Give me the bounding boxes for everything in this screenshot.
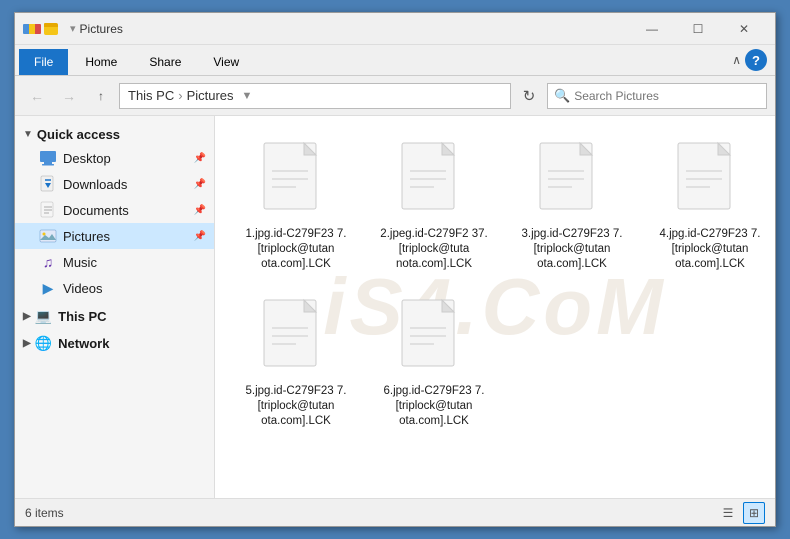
this-pc-header[interactable]: ▶ 💻 This PC [15, 305, 214, 328]
titlebar-controls: — ☐ ✕ [629, 13, 767, 45]
sidebar-item-videos-label: Videos [63, 281, 103, 296]
grid-view-button[interactable]: ⊞ [743, 502, 765, 524]
tab-file[interactable]: File [19, 49, 68, 75]
sidebar-item-videos[interactable]: ▶ Videos [15, 275, 214, 301]
file-item[interactable]: 2.jpeg.id-C279F2 37.[triplock@tuta nota.… [369, 132, 499, 281]
file-label: 4.jpg.id-C279F23 7.[triplock@tutan ota.c… [652, 227, 768, 272]
path-part-pictures[interactable]: Pictures [187, 88, 234, 103]
this-pc-label: This PC [58, 309, 106, 324]
sidebar-item-desktop[interactable]: Desktop 📌 [15, 145, 214, 171]
desktop-icon [39, 149, 57, 167]
list-view-button[interactable]: ☰ [717, 502, 739, 524]
ribbon: File Home Share View ∧ ? [15, 45, 775, 76]
sidebar-item-music-label: Music [63, 255, 97, 270]
this-pc-icon: 💻 [35, 308, 52, 325]
pin-icon-documents: 📌 [194, 205, 206, 216]
network-label: Network [58, 336, 109, 351]
pictures-icon [39, 227, 57, 245]
search-box[interactable]: 🔍 [547, 83, 767, 109]
file-icon [398, 141, 470, 221]
item-count-label: 6 items [25, 506, 64, 520]
titlebar-arrow: ▾ [70, 22, 76, 35]
main-area: ▼ Quick access Desktop 📌 Download [15, 116, 775, 498]
refresh-button[interactable]: ↻ [515, 83, 543, 109]
file-label: 2.jpeg.id-C279F2 37.[triplock@tuta nota.… [376, 227, 492, 272]
sidebar: ▼ Quick access Desktop 📌 Download [15, 116, 215, 498]
file-icon [398, 298, 470, 378]
sidebar-item-pictures-label: Pictures [63, 229, 110, 244]
file-label: 5.jpg.id-C279F23 7.[triplock@tutan ota.c… [238, 384, 354, 429]
sidebar-item-desktop-label: Desktop [63, 151, 111, 166]
sidebar-item-pictures[interactable]: Pictures 📌 [15, 223, 214, 249]
titlebar-title: Pictures [80, 22, 629, 36]
files-grid: 1.jpg.id-C279F23 7.[triplock@tutan ota.c… [231, 132, 759, 438]
file-explorer-window: ▾ Pictures — ☐ ✕ File Home Share View ∧ … [14, 12, 776, 527]
file-label: 6.jpg.id-C279F23 7.[triplock@tutan ota.c… [376, 384, 492, 429]
address-path[interactable]: This PC › Pictures ▼ [119, 83, 511, 109]
file-item[interactable]: 4.jpg.id-C279F23 7.[triplock@tutan ota.c… [645, 132, 775, 281]
sidebar-item-music[interactable]: ♫ Music [15, 249, 214, 275]
ribbon-collapse-btn[interactable]: ∧ [732, 53, 741, 67]
music-icon: ♫ [39, 253, 57, 271]
quick-access-section: ▼ Quick access Desktop 📌 Download [15, 124, 214, 301]
file-label: 1.jpg.id-C279F23 7.[triplock@tutan ota.c… [238, 227, 354, 272]
ribbon-extra: ∧ ? [732, 49, 775, 71]
quick-access-header[interactable]: ▼ Quick access [15, 124, 214, 145]
ribbon-tabs: File Home Share View [15, 45, 732, 75]
file-item[interactable]: 5.jpg.id-C279F23 7.[triplock@tutan ota.c… [231, 289, 361, 438]
file-icon [674, 141, 746, 221]
path-separator-1: › [178, 88, 182, 103]
file-icon [260, 141, 332, 221]
network-chevron: ▶ [23, 338, 31, 349]
videos-icon: ▶ [39, 279, 57, 297]
search-input[interactable] [574, 89, 760, 103]
help-button[interactable]: ? [745, 49, 767, 71]
close-button[interactable]: ✕ [721, 13, 767, 45]
up-button[interactable]: ↑ [87, 83, 115, 109]
pin-icon-pictures: 📌 [194, 231, 206, 242]
content-area: iS4.CoM 1.jpg.id-C279F23 7.[triplock@tut… [215, 116, 775, 498]
tab-home[interactable]: Home [70, 49, 132, 75]
back-button[interactable]: ← [23, 83, 51, 109]
tab-view[interactable]: View [198, 49, 254, 75]
tab-share[interactable]: Share [134, 49, 196, 75]
folder-icon [44, 23, 58, 35]
file-icon [536, 141, 608, 221]
statusbar-view-controls: ☰ ⊞ [717, 502, 765, 524]
documents-icon [39, 201, 57, 219]
path-dropdown-btn[interactable]: ▼ [242, 90, 253, 102]
file-label: 3.jpg.id-C279F23 7.[triplock@tutan ota.c… [514, 227, 630, 272]
titlebar: ▾ Pictures — ☐ ✕ [15, 13, 775, 45]
addressbar: ← → ↑ This PC › Pictures ▼ ↻ 🔍 [15, 76, 775, 116]
this-pc-section: ▶ 💻 This PC [15, 305, 214, 328]
sidebar-item-documents[interactable]: Documents 📌 [15, 197, 214, 223]
sidebar-item-downloads[interactable]: Downloads 📌 [15, 171, 214, 197]
sidebar-item-documents-label: Documents [63, 203, 129, 218]
statusbar: 6 items ☰ ⊞ [15, 498, 775, 526]
forward-button[interactable]: → [55, 83, 83, 109]
network-header[interactable]: ▶ 🌐 Network [15, 332, 214, 355]
pin-icon-desktop: 📌 [194, 153, 206, 164]
minimize-button[interactable]: — [629, 13, 675, 45]
app-icon [23, 24, 41, 34]
search-icon: 🔍 [554, 88, 570, 104]
titlebar-icon-area [23, 23, 58, 35]
this-pc-chevron: ▶ [23, 311, 31, 322]
pin-icon-downloads: 📌 [194, 179, 206, 190]
quick-access-label: Quick access [37, 127, 120, 142]
maximize-button[interactable]: ☐ [675, 13, 721, 45]
sidebar-item-downloads-label: Downloads [63, 177, 127, 192]
path-part-this-pc[interactable]: This PC [128, 88, 174, 103]
file-item[interactable]: 6.jpg.id-C279F23 7.[triplock@tutan ota.c… [369, 289, 499, 438]
file-icon [260, 298, 332, 378]
file-item[interactable]: 3.jpg.id-C279F23 7.[triplock@tutan ota.c… [507, 132, 637, 281]
network-section: ▶ 🌐 Network [15, 332, 214, 355]
file-item[interactable]: 1.jpg.id-C279F23 7.[triplock@tutan ota.c… [231, 132, 361, 281]
downloads-icon [39, 175, 57, 193]
quick-access-chevron: ▼ [23, 129, 33, 140]
network-icon: 🌐 [35, 335, 52, 352]
